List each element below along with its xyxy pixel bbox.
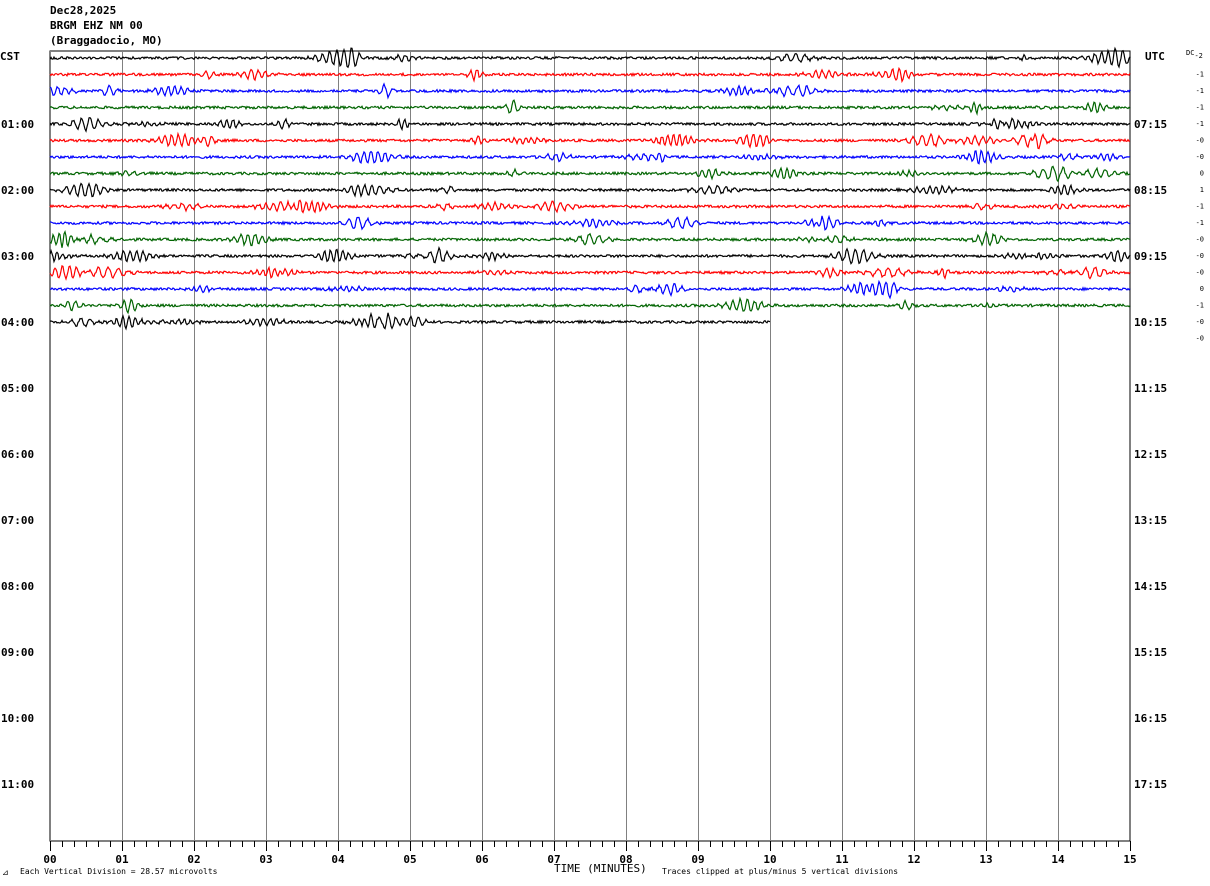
x-tick-label: 04	[331, 853, 345, 866]
footer-marker-icon: ⊿	[2, 868, 9, 877]
seismic-trace-2	[49, 66, 1131, 84]
dc-offset-value: -1	[1196, 203, 1204, 211]
seismic-trace-6	[49, 131, 1131, 150]
dc-offset-value: 0	[1200, 170, 1204, 178]
right-hour-label: 09:15	[1134, 250, 1167, 263]
x-tick-label: 05	[403, 853, 416, 866]
dc-offset-value: -0	[1196, 252, 1204, 260]
x-tick-label: 06	[475, 853, 489, 866]
left-hour-label: 11:00	[1, 778, 34, 791]
seismic-trace-3	[49, 82, 1131, 100]
seismic-trace-5	[49, 117, 1131, 133]
dc-offset-value: -1	[1196, 104, 1204, 112]
right-hour-label: 08:15	[1134, 184, 1167, 197]
seismic-trace-10	[49, 199, 1131, 214]
right-hour-label: 16:15	[1134, 712, 1167, 725]
left-hour-label: 01:00	[1, 118, 34, 131]
x-tick-label: 09	[691, 853, 704, 866]
left-hour-label: 09:00	[1, 646, 34, 659]
x-tick-label: 15	[1123, 853, 1136, 866]
x-tick-label: 03	[259, 853, 272, 866]
right-hour-label: 07:15	[1134, 118, 1167, 131]
seismic-trace-12	[49, 230, 1131, 248]
dc-offset-value: -1	[1196, 219, 1204, 227]
seismogram-plot: 00 01 02 03 04 05 06 07 08 09 10 11 12 13 14 1501:0002:…	[1, 46, 1204, 866]
dc-offset-value: -0	[1196, 153, 1204, 161]
left-hour-label: 06:00	[1, 448, 34, 461]
seismic-trace-11	[49, 214, 1131, 231]
right-hour-label: 12:15	[1134, 448, 1167, 461]
left-hour-label: 10:00	[1, 712, 34, 725]
seismic-trace-16	[49, 296, 1131, 315]
left-hour-label: 08:00	[1, 580, 34, 593]
dc-offset-value: -1	[1196, 71, 1204, 79]
x-tick-label: 10	[763, 853, 776, 866]
right-hour-label: 17:15	[1134, 778, 1167, 791]
dc-offset-value: -0	[1196, 269, 1204, 277]
seismic-trace-4	[49, 99, 1131, 116]
right-hour-label: 11:15	[1134, 382, 1167, 395]
left-hour-label: 04:00	[1, 316, 34, 329]
dc-offset-value: -1	[1196, 302, 1204, 310]
dc-offset-value: 1	[1200, 186, 1204, 194]
seismic-trace-9	[49, 181, 1131, 198]
x-tick-label: 11	[835, 853, 849, 866]
right-hour-label: 15:15	[1134, 646, 1167, 659]
dc-offset-value: 0	[1200, 285, 1204, 293]
dc-offset-value: -0	[1196, 236, 1204, 244]
seismic-trace-8	[49, 165, 1131, 183]
x-axis-title: TIME (MINUTES)	[554, 862, 647, 875]
left-hour-label: 05:00	[1, 382, 34, 395]
x-tick-label: 02	[187, 853, 200, 866]
seismic-trace-13	[49, 245, 1131, 265]
left-hour-label: 02:00	[1, 184, 34, 197]
x-tick-label: 14	[1051, 853, 1065, 866]
dc-offset-value: -0	[1196, 137, 1204, 145]
clipping-note: Traces clipped at plus/minus 5 vertical …	[662, 867, 899, 876]
x-tick-label: 01	[115, 853, 129, 866]
dc-offset-value: -0	[1196, 335, 1204, 343]
left-hour-label: 03:00	[1, 250, 34, 263]
vertical-division-note: Each Vertical Division = 28.57 microvolt…	[20, 867, 218, 876]
seismic-trace-15	[50, 279, 1131, 300]
dc-offset-value: -1	[1196, 87, 1204, 95]
right-hour-label: 10:15	[1134, 316, 1167, 329]
x-tick-label: 12	[907, 853, 920, 866]
x-tick-label: 13	[979, 853, 992, 866]
seismic-trace-7	[49, 149, 1131, 165]
seismic-trace-14	[49, 265, 1131, 281]
dc-offset-value: -0	[1196, 318, 1204, 326]
dc-offset-value: -1	[1196, 120, 1204, 128]
plot-frame	[49, 50, 1131, 842]
x-tick-label: 00	[43, 853, 56, 866]
left-hour-label: 07:00	[1, 514, 34, 527]
right-hour-label: 14:15	[1134, 580, 1167, 593]
right-hour-label: 13:15	[1134, 514, 1167, 527]
